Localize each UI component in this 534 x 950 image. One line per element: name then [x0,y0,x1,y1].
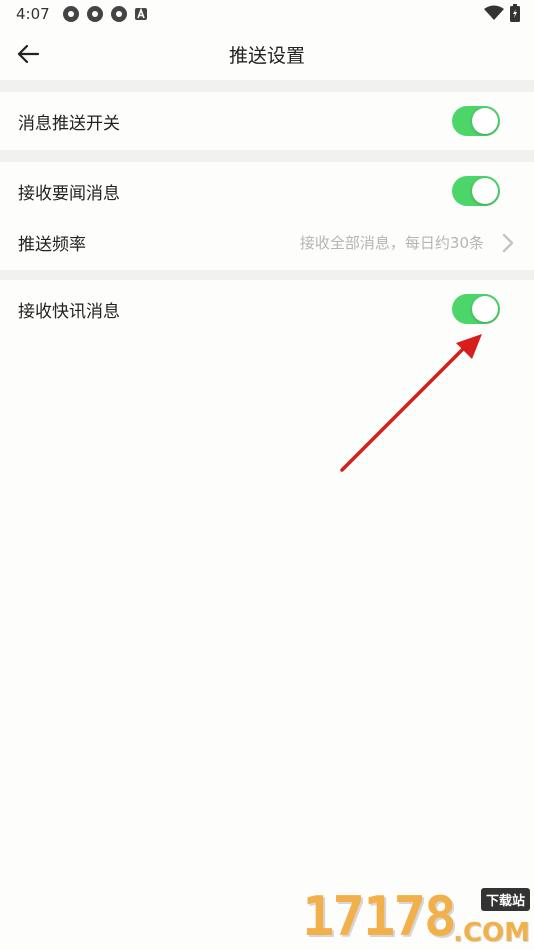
watermark-tag: 下载站 [480,888,530,911]
section-separator [0,80,534,92]
status-right [484,4,520,22]
wifi-icon [484,5,504,20]
annotation-arrow-shaft [340,344,468,472]
headline-toggle[interactable] [452,176,500,206]
app-icon-1 [62,6,79,22]
app-bar: 推送设置 [0,28,534,80]
toggle-knob [472,178,498,204]
status-time: 4:07 [16,5,50,23]
battery-icon [510,4,520,22]
status-bar: 4:07 [0,0,534,28]
push-switch-row: 消息推送开关 [0,92,534,150]
headline-row: 接收要闻消息 [0,162,534,220]
toggle-knob [472,108,498,134]
watermark-domain: .COM [453,918,530,948]
frequency-row[interactable]: 推送频率 接收全部消息，每日约30条 [0,215,534,270]
chevron-right-icon [502,233,514,252]
section-separator [0,150,534,162]
arrow-left-icon [17,44,40,64]
toggle-knob [472,296,498,322]
flash-label: 接收快讯消息 [18,301,120,322]
headline-label: 接收要闻消息 [18,183,120,204]
flash-row: 接收快讯消息 [0,280,534,338]
frequency-label: 推送频率 [18,235,86,255]
watermark: 17178 下载站 .COM [302,885,530,948]
section-separator [0,270,534,280]
app-icon-2 [86,6,103,22]
flash-toggle[interactable] [452,294,500,324]
push-switch-toggle[interactable] [452,106,500,136]
push-switch-label: 消息推送开关 [18,113,120,134]
frequency-value: 接收全部消息，每日约30条 [299,234,484,252]
app-icon-3 [110,6,127,22]
watermark-number: 17178 [302,885,457,948]
a-badge-icon [134,7,147,20]
page-title: 推送设置 [228,44,305,67]
back-button[interactable] [14,40,42,68]
